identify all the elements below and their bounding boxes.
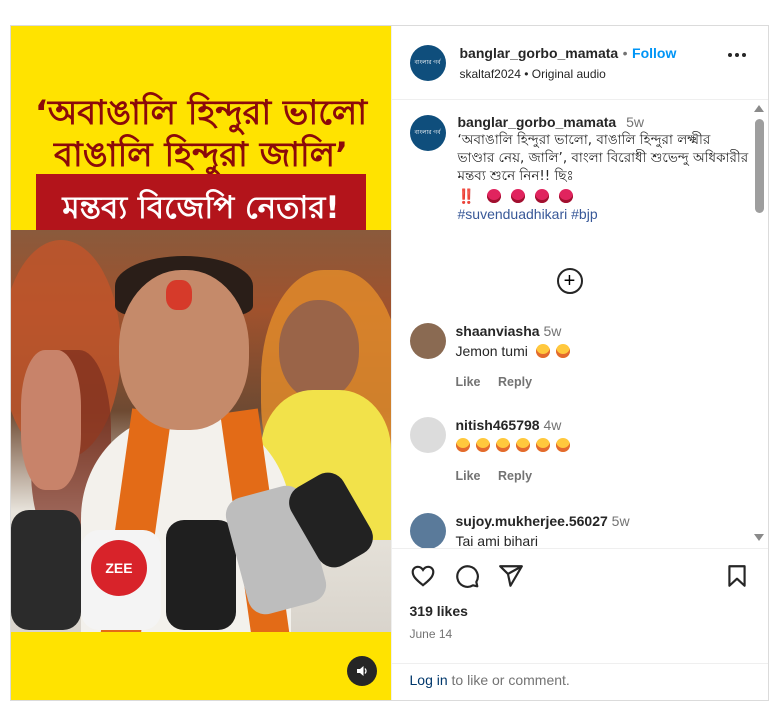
comment-actions: Like Reply xyxy=(456,469,576,483)
commenter-avatar[interactable] xyxy=(409,323,446,359)
microphone xyxy=(11,510,81,630)
post-media[interactable]: ‘অবাঙালি হিন্দুরা ভালো বাঙালি হিন্দুরা জ… xyxy=(11,26,391,700)
laughing-emoji xyxy=(495,438,510,452)
caption-avatar[interactable]: বাংলার গর্ব মমতা xyxy=(409,115,446,151)
author-username[interactable]: banglar_gorbo_mamata xyxy=(460,45,619,61)
media-headline: ‘অবাঙালি হিন্দুরা ভালো বাঙালি হিন্দুরা জ… xyxy=(11,92,391,176)
caption-main-text: ‘অবাঙালি হিন্দুরা ভালো, বাঙালি হিন্দুরা … xyxy=(457,132,749,184)
caption-username[interactable]: banglar_gorbo_mamata xyxy=(458,114,617,130)
headline-line-2: বাঙালি হিন্দুরা জালি’ xyxy=(54,135,348,175)
comment-body: shaanviasha 5w Jemon tumi Like Reply xyxy=(456,323,576,389)
microphone-zee: ZEE xyxy=(81,530,161,630)
sound-toggle-button[interactable] xyxy=(346,656,377,686)
post-date[interactable]: June 14 xyxy=(410,627,453,641)
video-frame: ZEE xyxy=(11,230,391,632)
angry-face-emoji xyxy=(558,189,573,203)
comment-text-content: Tai ami bihari xyxy=(455,533,538,548)
comment-time: 5w xyxy=(611,513,630,529)
zee-logo: ZEE xyxy=(91,540,147,596)
caption-emoji-row: ‼️ xyxy=(458,187,750,205)
author-avatar[interactable]: বাংলার গর্ব মমতা xyxy=(409,44,446,81)
laughing-emoji xyxy=(555,438,570,452)
login-prompt-text: to like or comment. xyxy=(447,672,570,688)
follow-button[interactable]: Follow xyxy=(632,45,676,61)
login-prompt: Log in to like or comment. xyxy=(391,663,768,701)
headline-line-1: ‘অবাঙালি হিন্দুরা ভালো xyxy=(34,93,368,133)
instagram-post-card: ‘অবাঙালি হিন্দুরা ভালো বাঙালি হিন্দুরা জ… xyxy=(10,25,769,701)
scroll-down-arrow-icon[interactable] xyxy=(754,534,764,541)
comment-time: 5w xyxy=(543,323,562,339)
comments-section: বাংলার গর্ব মমতা banglar_gorbo_mamata 5w… xyxy=(392,101,768,548)
scroll-up-arrow-icon[interactable] xyxy=(754,105,764,112)
heart-icon[interactable] xyxy=(410,563,436,589)
comment-text: Tai ami bihari xyxy=(456,533,630,548)
microphone xyxy=(166,520,236,630)
audio-separator: • xyxy=(524,66,529,81)
separator-dot: • xyxy=(622,44,628,61)
comment-text: Jemon tumi xyxy=(456,343,576,359)
more-options-icon[interactable] xyxy=(728,53,746,57)
comment-time: 4w xyxy=(543,417,562,433)
comment-icon[interactable] xyxy=(454,563,480,589)
likes-count[interactable]: 319 likes xyxy=(410,603,468,619)
reply-comment-button[interactable]: Reply xyxy=(498,469,532,483)
laughing-emoji xyxy=(475,438,490,452)
header-meta: banglar_gorbo_mamata • Follow skaltaf202… xyxy=(460,45,677,81)
comment-body: sujoy.mukherjee.56027 5w Tai ami bihari xyxy=(456,513,630,548)
share-icon[interactable] xyxy=(498,563,524,589)
bookmark-icon[interactable] xyxy=(724,563,750,589)
action-bar xyxy=(410,563,750,591)
commenter-username[interactable]: sujoy.mukherjee.56027 xyxy=(456,513,608,529)
login-link[interactable]: Log in xyxy=(410,672,448,688)
like-comment-button[interactable]: Like xyxy=(456,375,481,389)
commenter-avatar[interactable] xyxy=(409,513,446,548)
speaker-icon xyxy=(356,666,367,676)
commenter-username[interactable]: shaanviasha xyxy=(456,323,540,339)
reply-comment-button[interactable]: Reply xyxy=(498,375,532,389)
post-caption: বাংলার গর্ব মমতা banglar_gorbo_mamata 5w… xyxy=(409,113,750,223)
load-more-comments-icon[interactable]: + xyxy=(556,268,583,294)
angry-face-emoji xyxy=(534,189,549,203)
audio-info: skaltaf2024 • Original audio xyxy=(460,67,677,81)
audio-label[interactable]: Original audio xyxy=(532,67,606,81)
laughing-emoji xyxy=(455,438,470,452)
caption-time: 5w xyxy=(626,114,645,130)
laughing-emoji xyxy=(515,438,530,452)
comment-actions: Like Reply xyxy=(456,375,576,389)
double-exclamation-emoji: ‼️ xyxy=(457,188,475,204)
comment-text xyxy=(455,437,576,453)
comment-item: shaanviasha 5w Jemon tumi Like Reply xyxy=(409,323,750,389)
comment-item: sujoy.mukherjee.56027 5w Tai ami bihari xyxy=(409,513,750,548)
laughing-emoji xyxy=(535,344,550,358)
caption-text: ‘অবাঙালি হিন্দুরা ভালো, বাঙালি হিন্দুরা … xyxy=(458,131,750,185)
laughing-emoji xyxy=(535,438,550,452)
laughing-emoji xyxy=(555,344,570,358)
comment-body: nitish465798 4w Like Reply xyxy=(455,417,576,483)
post-footer: 319 likes June 14 Log in to like or comm… xyxy=(391,548,768,701)
comment-item: nitish465798 4w Like Reply xyxy=(409,417,750,483)
comment-text-content: Jemon tumi xyxy=(455,343,528,359)
scrollbar-thumb[interactable] xyxy=(755,119,764,213)
commenter-avatar[interactable] xyxy=(409,417,446,453)
audio-username[interactable]: skaltaf2024 xyxy=(460,67,521,81)
angry-face-emoji xyxy=(486,189,501,203)
caption-hashtags[interactable]: #suvenduadhikari #bjp xyxy=(458,205,750,223)
angry-face-emoji xyxy=(510,189,525,203)
post-side-panel: বাংলার গর্ব মমতা banglar_gorbo_mamata • … xyxy=(390,26,768,701)
caption-body: banglar_gorbo_mamata 5w ‘অবাঙালি হিন্দুর… xyxy=(458,113,750,223)
post-header: বাংলার গর্ব মমতা banglar_gorbo_mamata • … xyxy=(391,26,768,100)
like-comment-button[interactable]: Like xyxy=(456,469,481,483)
commenter-username[interactable]: nitish465798 xyxy=(456,417,540,433)
